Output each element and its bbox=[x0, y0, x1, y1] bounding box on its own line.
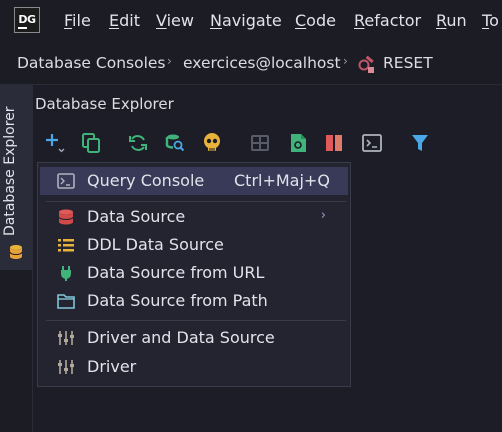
menu-edit-label: dit bbox=[119, 11, 140, 30]
breadcrumb-database-consoles[interactable]: Database Consoles bbox=[17, 54, 166, 72]
breadcrumb-reset[interactable]: RESET bbox=[383, 54, 433, 72]
driver-sliders-icon bbox=[58, 360, 74, 374]
menu-item-driver-and-data-source[interactable]: Driver and Data Source bbox=[40, 324, 348, 352]
menu-item-ddl-data-source[interactable]: DDL Data Source bbox=[40, 231, 348, 259]
menu-tools[interactable]: To bbox=[482, 11, 499, 30]
console-icon bbox=[57, 173, 75, 189]
menu-item-label: Driver and Data Source bbox=[87, 328, 275, 347]
menu-run-label: un bbox=[446, 11, 467, 30]
menu-file[interactable]: File bbox=[64, 11, 91, 30]
menu-code-label: ode bbox=[306, 11, 336, 30]
menu-edit[interactable]: Edit bbox=[109, 11, 140, 30]
menu-refactor[interactable]: Refactor bbox=[354, 11, 421, 30]
menu-separator bbox=[46, 201, 346, 202]
compare-icon[interactable] bbox=[323, 132, 345, 154]
menu-separator bbox=[46, 320, 346, 321]
database-icon bbox=[58, 209, 74, 225]
new-dropdown-menu: Query Console Ctrl+Maj+Q Data Source › D… bbox=[37, 162, 351, 387]
menu-view-mnemonic: V bbox=[156, 11, 167, 30]
menu-item-label: Data Source from URL bbox=[87, 263, 265, 282]
plug-icon bbox=[61, 266, 71, 281]
menu-item-data-source-from-url[interactable]: Data Source from URL bbox=[40, 259, 348, 287]
menu-navigate-label: avigate bbox=[221, 11, 282, 30]
export-icon[interactable] bbox=[287, 132, 309, 154]
breadcrumb-separator: › bbox=[343, 54, 348, 68]
app-logo-icon[interactable]: DG bbox=[14, 7, 40, 33]
menu-view-label: iew bbox=[166, 11, 194, 30]
menu-navigate[interactable]: Navigate bbox=[210, 11, 282, 30]
ddl-list-icon bbox=[58, 239, 74, 252]
breadcrumb: Database Consoles › exercices@localhost … bbox=[0, 42, 502, 85]
menu-refactor-mnemonic: R bbox=[354, 11, 365, 30]
submenu-arrow-icon: › bbox=[320, 208, 326, 223]
console-icon[interactable] bbox=[361, 132, 383, 154]
skull-icon[interactable] bbox=[201, 132, 223, 154]
table-icon[interactable] bbox=[249, 132, 271, 154]
breadcrumb-separator: › bbox=[167, 54, 172, 68]
breadcrumb-exercices-localhost[interactable]: exercices@localhost bbox=[183, 54, 341, 72]
database-icon bbox=[9, 245, 23, 259]
menu-refactor-label: efactor bbox=[364, 11, 422, 30]
menu-item-label: Data Source bbox=[87, 207, 186, 226]
menu-item-driver[interactable]: Driver bbox=[40, 353, 348, 381]
menu-item-label: Data Source from Path bbox=[87, 291, 268, 310]
refresh-icon[interactable] bbox=[127, 132, 149, 154]
menu-run[interactable]: Run bbox=[436, 11, 467, 30]
menu-file-mnemonic: F bbox=[64, 11, 73, 30]
menu-item-label: Driver bbox=[87, 357, 137, 376]
driver-sliders-icon bbox=[58, 331, 74, 345]
menu-item-query-console[interactable]: Query Console Ctrl+Maj+Q bbox=[40, 167, 348, 195]
menu-code[interactable]: Code bbox=[295, 11, 336, 30]
copy-icon[interactable] bbox=[80, 132, 102, 154]
panel-title: Database Explorer bbox=[35, 95, 174, 113]
menu-navigate-mnemonic: N bbox=[210, 11, 222, 30]
menu-bar: DG File Edit View Navigate Code Refactor… bbox=[0, 0, 502, 42]
filter-icon[interactable] bbox=[409, 132, 431, 154]
folder-icon bbox=[57, 294, 75, 309]
menu-view[interactable]: View bbox=[156, 11, 194, 30]
menu-item-data-source-from-path[interactable]: Data Source from Path bbox=[40, 287, 348, 315]
menu-tools-label: o bbox=[489, 11, 499, 30]
menu-item-label: DDL Data Source bbox=[87, 235, 224, 254]
sidebar-tab-label: Database Explorer bbox=[2, 106, 18, 236]
add-icon[interactable] bbox=[44, 132, 66, 154]
menu-item-label: Query Console bbox=[87, 171, 205, 190]
menu-edit-mnemonic: E bbox=[109, 11, 120, 30]
menu-run-mnemonic: R bbox=[436, 11, 447, 30]
menu-item-shortcut: Ctrl+Maj+Q bbox=[234, 171, 330, 190]
menu-item-data-source[interactable]: Data Source › bbox=[40, 203, 348, 231]
menu-tools-mnemonic: T bbox=[482, 11, 490, 30]
menu-file-label: ile bbox=[72, 11, 91, 30]
menu-code-mnemonic: C bbox=[295, 11, 307, 30]
stored-procedure-icon bbox=[358, 55, 374, 73]
schema-search-icon[interactable] bbox=[164, 132, 186, 154]
